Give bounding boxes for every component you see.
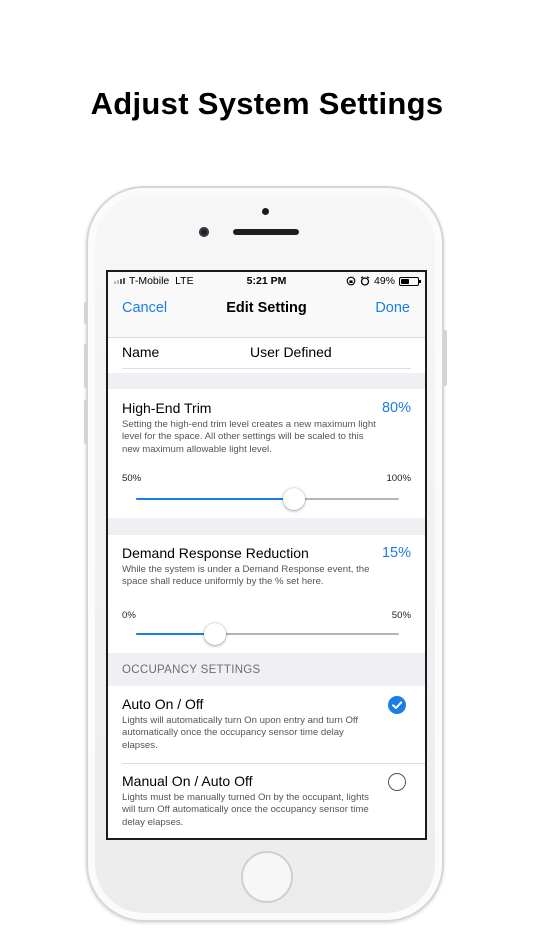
volume-down-button	[84, 400, 88, 444]
occupancy-option-label: Auto On / Off	[122, 696, 204, 712]
name-value: User Defined	[250, 344, 332, 360]
navigation-bar: Cancel Edit Setting Done	[108, 292, 425, 338]
front-camera	[199, 227, 209, 237]
checkmark-icon[interactable]	[388, 696, 406, 714]
demand-response-slider-thumb[interactable]	[203, 623, 226, 645]
rotation-lock-icon	[346, 276, 356, 286]
phone-screen: T-Mobile LTE 5:21 PM 49% Cancel Edit Set…	[106, 270, 427, 840]
mute-switch	[84, 302, 88, 324]
done-button[interactable]: Done	[375, 300, 410, 316]
earpiece-speaker	[233, 229, 299, 235]
occupancy-options: Auto On / Off Lights will automatically …	[108, 686, 425, 838]
volume-up-button	[84, 344, 88, 388]
high-end-trim-section: High-End Trim 80% Setting the high-end t…	[108, 389, 425, 518]
name-label: Name	[122, 344, 160, 360]
demand-response-value: 15%	[381, 545, 411, 561]
high-end-trim-value: 80%	[381, 400, 411, 416]
power-button	[443, 330, 447, 386]
proximity-sensor	[262, 208, 269, 215]
occupancy-section-header: OCCUPANCY SETTINGS	[122, 664, 261, 676]
high-end-trim-min: 50%	[122, 473, 142, 484]
demand-response-min: 0%	[122, 610, 136, 621]
battery-icon	[399, 276, 421, 286]
occupancy-option-description: Lights must be manually turned On by the…	[122, 792, 369, 828]
occupancy-option-label: Manual On / Auto Off	[122, 773, 253, 789]
demand-response-slider[interactable]	[136, 623, 399, 645]
status-bar: T-Mobile LTE 5:21 PM 49%	[108, 272, 425, 292]
radio-empty-icon[interactable]	[388, 773, 406, 791]
home-button[interactable]	[241, 851, 293, 903]
high-end-trim-slider[interactable]	[136, 488, 399, 510]
high-end-trim-description: Setting the high-end trim level creates …	[122, 419, 376, 455]
high-end-trim-label: High-End Trim	[122, 400, 212, 416]
occupancy-option-auto[interactable]: Auto On / Off Lights will automatically …	[108, 686, 425, 764]
demand-response-max: 50%	[391, 610, 411, 621]
occupancy-option-manual[interactable]: Manual On / Auto Off Lights must be manu…	[108, 764, 425, 838]
demand-response-description: While the system is under a Demand Respo…	[122, 564, 370, 588]
demand-response-section: Demand Response Reduction 15% While the …	[108, 535, 425, 653]
alarm-icon	[360, 276, 370, 286]
high-end-trim-slider-thumb[interactable]	[282, 488, 305, 510]
page-headline: Adjust System Settings	[90, 86, 444, 121]
occupancy-option-description: Lights will automatically turn On upon e…	[122, 715, 359, 751]
high-end-trim-slider-fill	[136, 498, 294, 500]
high-end-trim-max: 100%	[386, 473, 411, 484]
battery-percent: 49%	[373, 275, 395, 287]
row-divider	[122, 368, 411, 369]
demand-response-label: Demand Response Reduction	[122, 545, 309, 561]
name-row[interactable]: Name User Defined	[108, 338, 425, 373]
